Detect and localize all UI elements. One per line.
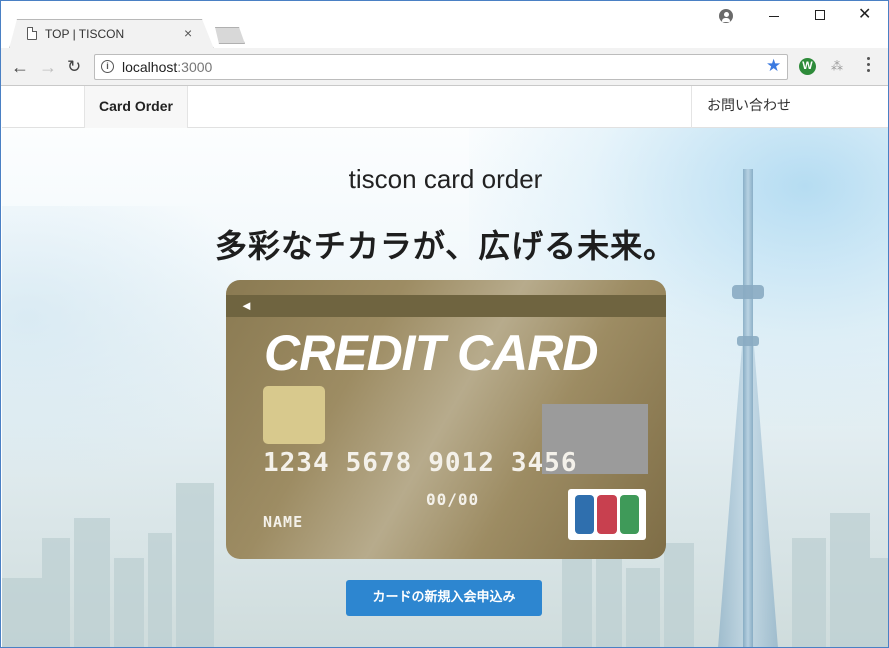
browser-window: TOP | TISCON × ✕ ← → ↻ i localhost:3000 … [0, 0, 889, 648]
hero-title: tiscon card order [348, 164, 543, 194]
card-brand: CREDIT CARD [264, 325, 598, 381]
title-bar: TOP | TISCON × ✕ [1, 1, 888, 49]
arrow-left-icon[interactable]: ← [11, 57, 29, 77]
logo-bar-red [597, 495, 617, 534]
nav-contact-link[interactable]: お問い合わせ [691, 86, 806, 128]
logo-bar-green [619, 495, 639, 534]
nav-brand-card-order[interactable]: Card Order [84, 86, 188, 128]
arrow-right-icon[interactable]: → [39, 57, 57, 77]
url-port: :3000 [177, 59, 213, 75]
apply-card-button[interactable]: カードの新規入会申込み [346, 580, 542, 616]
hero-copy: 多彩なチカラが、広げる未来。 [214, 227, 677, 265]
extension-w-icon[interactable]: W [799, 58, 816, 75]
card-chip [263, 386, 325, 444]
new-tab-button[interactable] [215, 27, 245, 44]
maximize-icon[interactable] [815, 10, 825, 20]
site-navbar: Card Order お問い合わせ [2, 86, 888, 128]
credit-card-image: ◄ CREDIT CARD 1234 5678 9012 3456 00/00 NAM… [226, 280, 666, 559]
url-text[interactable]: localhost:3000 [122, 59, 212, 75]
info-icon[interactable]: i [101, 60, 114, 73]
card-expiry: 00/00 [426, 490, 480, 509]
card-number-group: 5678 [345, 448, 413, 478]
star-icon[interactable]: ★ [766, 56, 781, 76]
card-number-group: 9012 [428, 448, 495, 478]
profile-icon[interactable] [719, 9, 733, 23]
card-number: 1234 5678 9012 3456 [263, 448, 594, 478]
card-number-group: 3456 [510, 448, 578, 478]
url-host: localhost [122, 59, 178, 75]
page-icon [27, 27, 37, 40]
tab-close-icon[interactable]: × [184, 25, 192, 41]
logo-bar-blue [575, 495, 595, 534]
extension-icon[interactable]: ⁂ [831, 58, 843, 74]
card-arrow-icon: ◄ [240, 298, 253, 313]
card-stripe [226, 295, 666, 317]
card-number-group: 1234 [263, 448, 330, 478]
tower-deck [732, 285, 764, 299]
reload-icon[interactable]: ↻ [67, 57, 81, 77]
more-vert-icon[interactable] [867, 57, 871, 73]
window-close-icon[interactable]: ✕ [858, 5, 871, 25]
page-viewport: Card Order お問い合わせ tiscon card order 多彩なチ… [2, 86, 888, 647]
card-name: NAME [263, 513, 304, 531]
jcb-logo-icon [568, 489, 646, 540]
minimize-icon[interactable] [769, 16, 779, 17]
tower-deck [737, 336, 759, 346]
tab-title[interactable]: TOP | TISCON [45, 27, 124, 41]
